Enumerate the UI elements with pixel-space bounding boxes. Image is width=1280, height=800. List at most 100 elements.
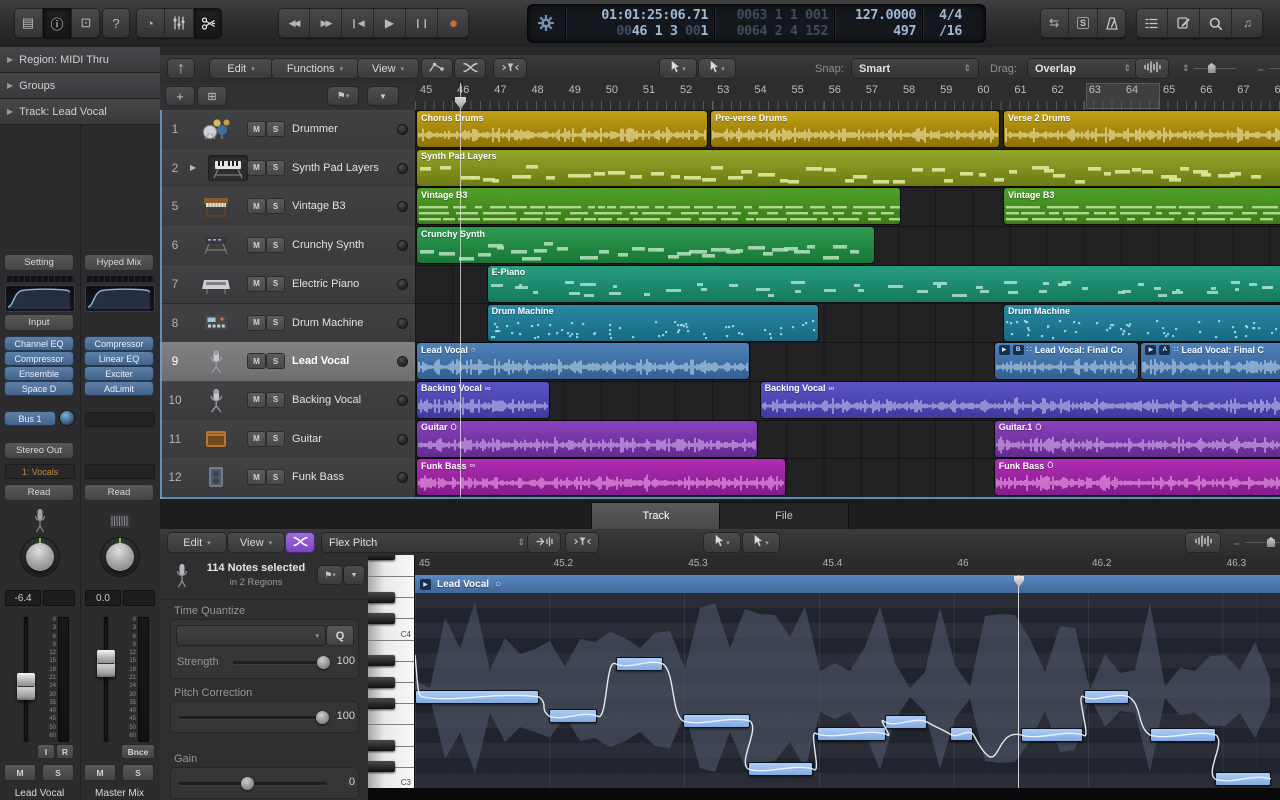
channel-setting-button[interactable]: Hyped Mix: [85, 255, 153, 270]
track-solo-button[interactable]: S: [267, 431, 284, 446]
record-button[interactable]: ●: [438, 8, 469, 38]
track-solo-button[interactable]: S: [267, 160, 284, 175]
region-lead-vocal-final-co[interactable]: ▶ B ∷ Lead Vocal: Final Co: [994, 343, 1138, 380]
send-level-knob[interactable]: [60, 411, 74, 425]
track-mute-button[interactable]: M: [248, 160, 265, 175]
forward-button[interactable]: ▶▶: [310, 8, 342, 38]
editor-h-zoom-track[interactable]: [1245, 537, 1280, 547]
track-solo-button[interactable]: S: [267, 122, 284, 136]
groups-inspector-header[interactable]: ▶ Groups: [0, 73, 160, 99]
track-input-led[interactable]: [398, 241, 407, 251]
track-solo-button[interactable]: S: [267, 470, 284, 485]
smart-controls-button[interactable]: [165, 8, 194, 38]
region-backing-vocal[interactable]: Backing Vocal ∞: [760, 381, 1280, 418]
fader-handle[interactable]: [17, 673, 35, 700]
lcd-locators-section[interactable]: 0063 1 1 001 0064 2 4 152: [716, 5, 832, 42]
track-header-guitar[interactable]: 11 M S Guitar: [160, 419, 415, 460]
media-browser-button[interactable]: ♫: [1232, 8, 1263, 38]
track-header-drum-machine[interactable]: 8 M S Drum Machine: [160, 303, 415, 344]
track-header-electric-piano[interactable]: 7 M S Electric Piano: [160, 264, 415, 305]
piano-black-key[interactable]: [368, 740, 395, 752]
tuner-button[interactable]: ◔: [136, 8, 165, 38]
automation-mode-button[interactable]: Read: [85, 485, 153, 500]
plugin-slot-linear-eq[interactable]: Linear EQ: [85, 352, 153, 365]
track-disclosure-icon[interactable]: ▶: [190, 163, 196, 172]
region-backing-vocal[interactable]: Backing Vocal ∞: [417, 381, 549, 418]
track-solo-button[interactable]: S: [267, 354, 284, 369]
track-solo-button[interactable]: S: [267, 238, 284, 253]
take-play-icon[interactable]: ▶: [1145, 344, 1157, 355]
quick-help-button[interactable]: ?: [102, 8, 130, 38]
pitch-correction-slider[interactable]: [179, 711, 329, 724]
track-input-led[interactable]: [398, 318, 407, 328]
cycle-button[interactable]: ⇆: [1040, 8, 1069, 38]
region-verse-2-drums[interactable]: Verse 2 Drums: [1004, 111, 1280, 147]
flex-pitch-note[interactable]: [748, 762, 813, 776]
gear-icon[interactable]: [537, 14, 555, 36]
track-mute-button[interactable]: M: [248, 238, 265, 253]
region-e-piano[interactable]: E-Piano: [487, 265, 1280, 302]
mute-button[interactable]: M: [85, 765, 115, 780]
track-mute-button[interactable]: M: [248, 470, 265, 485]
play-icon[interactable]: ▶: [420, 578, 431, 590]
v-zoom-handle[interactable]: [1207, 63, 1216, 73]
region-synth-pad-layers[interactable]: Synth Pad Layers: [417, 149, 1280, 186]
lcd-time-section[interactable]: 01:01:25:06.71 0046 1 3 001: [566, 5, 712, 42]
track-mute-button[interactable]: M: [248, 354, 265, 369]
track-mute-button[interactable]: M: [248, 122, 265, 136]
edit-menu[interactable]: Edit ▾: [210, 59, 272, 78]
editor-ruler[interactable]: 45 45.2 45.3 45.4 46 46.2 46.3: [415, 555, 1280, 576]
catch-playhead-button[interactable]: [528, 533, 560, 552]
command-click-tool-menu[interactable]: ▾: [699, 59, 735, 78]
track-input-led[interactable]: [398, 473, 407, 483]
track-mute-button[interactable]: M: [248, 392, 265, 407]
flex-pitch-editor[interactable]: [415, 593, 1280, 788]
flex-pitch-note[interactable]: [885, 715, 927, 729]
piano-black-key[interactable]: [368, 555, 395, 561]
region-lead-vocal[interactable]: Lead Vocal ○: [417, 343, 750, 380]
volume-value[interactable]: -6.4: [5, 590, 41, 606]
h-zoom-track[interactable]: [1269, 68, 1280, 69]
lcd-position[interactable]: 0046 1 3 001: [566, 23, 708, 40]
track-header-vintage-b3[interactable]: 5 M S Vintage B3: [160, 187, 415, 228]
strength-slider[interactable]: [233, 656, 330, 669]
track-input-led[interactable]: [398, 357, 407, 367]
take-play-icon[interactable]: ▶: [998, 344, 1010, 355]
region-drum-machine[interactable]: Drum Machine: [1004, 304, 1280, 341]
inspector-button[interactable]: ⓘ: [43, 8, 72, 38]
hierarchy-up-button[interactable]: ↑: [168, 59, 194, 78]
region-crunchy-synth[interactable]: Crunchy Synth: [417, 227, 874, 264]
piano-black-key[interactable]: [368, 655, 395, 667]
piano-black-key[interactable]: [368, 761, 395, 773]
tab-file[interactable]: File: [720, 503, 848, 529]
track-header-synth-pad-layers[interactable]: 2 ▶ M S Synth Pad Layers: [160, 148, 415, 189]
pause-button[interactable]: ❙❙: [406, 8, 438, 38]
pan-knob[interactable]: [100, 537, 140, 577]
flex-mode-select[interactable]: Flex Pitch ⇕: [322, 533, 532, 552]
editor-command-tool-menu[interactable]: ▾: [743, 533, 779, 552]
track-header-lead-vocal[interactable]: 9 M S Lead Vocal: [160, 342, 415, 382]
note-pads-button[interactable]: [1168, 8, 1200, 38]
flex-pitch-note[interactable]: [1021, 728, 1083, 742]
eq-thumbnail[interactable]: [5, 285, 75, 312]
library-button[interactable]: ▤: [14, 8, 43, 38]
functions-menu[interactable]: Functions ▾: [272, 59, 358, 78]
add-track-button[interactable]: +: [166, 87, 194, 105]
horizontal-zoom-slider[interactable]: ⇔: [1256, 61, 1280, 76]
track-input-led[interactable]: [398, 279, 407, 289]
flex-pitch-note[interactable]: [683, 714, 750, 728]
mute-button[interactable]: M: [5, 765, 35, 780]
piano-black-key[interactable]: [368, 612, 395, 624]
lcd-display[interactable]: 01:01:25:06.71 0046 1 3 001 0063 1 1 001…: [528, 5, 985, 42]
track-solo-button[interactable]: S: [267, 199, 284, 214]
solo-button[interactable]: S: [1069, 8, 1098, 38]
flex-pitch-note[interactable]: [1215, 772, 1271, 786]
track-options-button[interactable]: ▼: [368, 87, 398, 105]
bar-ruler[interactable]: 45 46 47 48 49 50 51 52 53 54 55 56 57 58 59 60 61 62 63 64…: [415, 83, 1280, 111]
left-click-tool-menu[interactable]: ▾: [660, 59, 696, 78]
main-window-button[interactable]: ⊡: [72, 8, 100, 38]
solo-button[interactable]: S: [43, 765, 73, 780]
track-mute-button[interactable]: M: [248, 431, 265, 446]
input-monitor-button[interactable]: I: [38, 745, 54, 758]
lcd-timecode[interactable]: 01:01:25:06.71: [566, 7, 708, 24]
